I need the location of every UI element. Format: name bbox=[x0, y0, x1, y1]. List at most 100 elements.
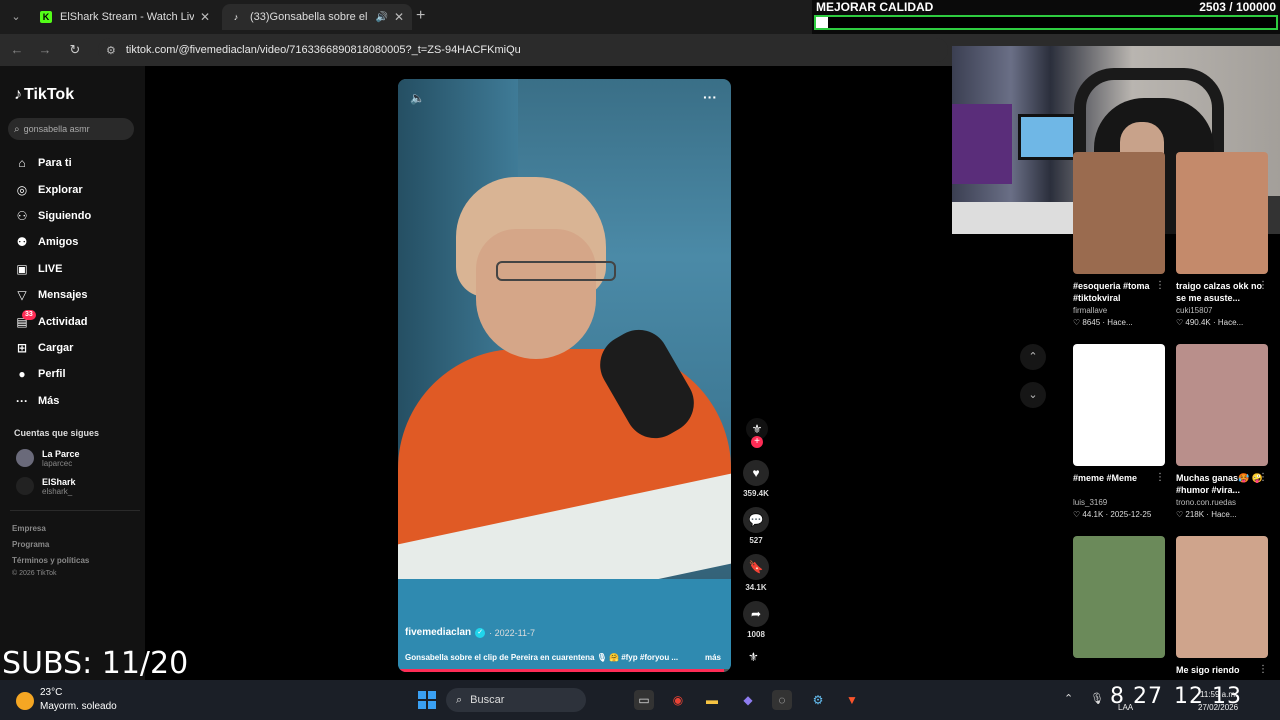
tab-tiktok-video[interactable]: ♪ (33)Gonsabella sobre el clip 🔊 ✕ bbox=[222, 4, 412, 30]
following-item[interactable]: La Parce laparcec bbox=[16, 446, 136, 470]
video-thumbnail[interactable] bbox=[1176, 344, 1268, 466]
video-thumbnail[interactable] bbox=[1073, 536, 1165, 658]
video-player[interactable]: 🔈 ··· fivemediaclan ✓ · 2022-11-7 Gonsab… bbox=[398, 79, 731, 672]
sun-icon[interactable] bbox=[16, 692, 34, 710]
card-author[interactable]: trono.con.ruedas bbox=[1176, 498, 1268, 507]
system-time[interactable]: 11:59 a.m. bbox=[1200, 690, 1237, 699]
back-arrow-icon[interactable]: ← bbox=[8, 41, 26, 59]
recommended-video-card[interactable]: Me sigo riendo ⋮ bbox=[1176, 536, 1268, 688]
reload-icon[interactable]: ↻ bbox=[66, 41, 84, 59]
close-tab-icon[interactable]: ✕ bbox=[394, 10, 404, 24]
menu-item-label: Mensajes bbox=[38, 289, 88, 302]
file-explorer-icon[interactable]: ▬ bbox=[702, 690, 722, 710]
system-date[interactable]: 27/02/2026 bbox=[1198, 703, 1238, 712]
menu-item-live[interactable]: ▣ LIVE bbox=[14, 256, 140, 282]
card-title: #esoqueria #toma #tiktokviral bbox=[1073, 281, 1150, 303]
obs-icon[interactable]: ◌ bbox=[772, 690, 792, 710]
app-diamond-icon[interactable]: ◆ bbox=[738, 690, 758, 710]
menu-item-actividad[interactable]: ▤ 33 Actividad bbox=[14, 308, 140, 334]
tab-elshark-stream[interactable]: K ElShark Stream - Watch Live on ✕ bbox=[32, 4, 218, 30]
next-video-button[interactable]: ⌄ bbox=[1020, 382, 1046, 408]
video-thumbnail[interactable] bbox=[1073, 344, 1165, 466]
tab-search-icon[interactable]: ⌄ bbox=[6, 7, 26, 27]
card-more-icon[interactable]: ⋮ bbox=[1258, 664, 1268, 675]
taskbar-search[interactable]: ⌕ Buscar bbox=[446, 688, 586, 712]
windows-taskbar: 23°C Mayorm. soleado ⌕ Buscar ▭ ◉ ▬ ◆ ◌ … bbox=[0, 680, 1280, 720]
card-author[interactable]: cuki15807 bbox=[1176, 306, 1268, 315]
menu-item-perfil[interactable]: ● Perfil bbox=[14, 361, 140, 387]
card-author[interactable]: firmallave bbox=[1073, 306, 1165, 315]
video-thumbnail[interactable] bbox=[1073, 152, 1165, 274]
previous-video-button[interactable]: ⌃ bbox=[1020, 344, 1046, 370]
menu-item-explorar[interactable]: ◎ Explorar bbox=[14, 176, 140, 202]
url-input[interactable]: ⚙ tiktok.com/@fivemediaclan/video/716336… bbox=[98, 38, 948, 62]
following-icon: ⚇ bbox=[16, 208, 28, 223]
tiktok-logo[interactable]: ♪ TikTok bbox=[14, 86, 74, 104]
card-title: #meme #Meme bbox=[1073, 473, 1138, 483]
following-item[interactable]: ElShark elshark_ bbox=[16, 474, 136, 498]
tray-overflow-icon[interactable]: ⌃ bbox=[1064, 692, 1073, 705]
menu-item-label: Cargar bbox=[38, 341, 74, 354]
brave-icon[interactable]: ▼ bbox=[842, 690, 862, 710]
steam-icon[interactable]: ⚙ bbox=[808, 690, 828, 710]
microphone-icon[interactable]: 🎙 bbox=[1090, 692, 1104, 705]
footer-link-empresa[interactable]: Empresa bbox=[12, 524, 46, 533]
like-button[interactable]: ♥ 359.4K bbox=[740, 460, 772, 498]
more-caption-link[interactable]: más bbox=[705, 653, 721, 662]
menu-item-cargar[interactable]: ⊞ Cargar bbox=[14, 335, 140, 361]
save-button[interactable]: 🔖 34.1K bbox=[740, 554, 772, 592]
recommended-video-card[interactable]: traigo calzas okk no se me asuste... ⋮ cuk… bbox=[1176, 152, 1268, 327]
footer-link-terminos[interactable]: Términos y políticas bbox=[12, 556, 89, 565]
card-more-icon[interactable]: ⋮ bbox=[1258, 280, 1268, 291]
share-button[interactable]: ➦ 1008 bbox=[740, 601, 772, 639]
site-info-icon[interactable]: ⚙ bbox=[106, 44, 116, 57]
video-thumbnail[interactable] bbox=[1176, 152, 1268, 274]
more-options-icon[interactable]: ··· bbox=[703, 89, 717, 105]
sound-disc-icon[interactable]: ⚜ bbox=[748, 650, 759, 664]
card-stats: ♡ 490.4K · Hace... bbox=[1176, 318, 1244, 327]
new-tab-button[interactable]: + bbox=[416, 7, 425, 25]
bookmark-icon: 🔖 bbox=[743, 554, 769, 580]
menu-item-label: Amigos bbox=[38, 236, 79, 249]
menu-item-siguiendo[interactable]: ⚇ Siguiendo bbox=[14, 203, 140, 229]
menu-item-label: Actividad bbox=[38, 315, 88, 328]
close-tab-icon[interactable]: ✕ bbox=[200, 10, 210, 24]
follow-plus-icon[interactable]: + bbox=[751, 436, 763, 448]
forward-arrow-icon[interactable]: → bbox=[36, 41, 54, 59]
following-header: Cuentas que sigues bbox=[14, 428, 100, 438]
recommended-video-card[interactable]: #meme #Meme ⋮ luis_3169 ♡ 44.1K · 2025-12-2… bbox=[1073, 344, 1165, 519]
following-name: La Parce bbox=[42, 448, 80, 459]
card-author[interactable]: luis_3169 bbox=[1073, 498, 1165, 507]
search-input[interactable]: ⌕ gonsabella asmr bbox=[8, 118, 134, 140]
menu-item-amigos[interactable]: ⚉ Amigos bbox=[14, 229, 140, 255]
menu-item-más[interactable]: ··· Más bbox=[14, 388, 140, 414]
weather-temp[interactable]: 23°C bbox=[40, 687, 62, 698]
kick-favicon-icon: K bbox=[40, 11, 52, 23]
weather-desc[interactable]: Mayorm. soleado bbox=[40, 701, 117, 712]
video-caption: Gonsabella sobre el clip de Pereira en c… bbox=[405, 653, 679, 662]
volume-icon[interactable]: 🔈 bbox=[410, 91, 425, 105]
logo-text: TikTok bbox=[24, 86, 75, 103]
video-thumbnail[interactable] bbox=[1176, 536, 1268, 658]
task-view-icon[interactable]: ▭ bbox=[634, 690, 654, 710]
menu-item-label: Para ti bbox=[38, 157, 72, 170]
menu-item-mensajes[interactable]: ▽ Mensajes bbox=[14, 282, 140, 308]
menu-item-para-ti[interactable]: ⌂ Para ti bbox=[14, 150, 140, 176]
speaker-icon[interactable]: 🔊 bbox=[375, 12, 387, 23]
following-handle: laparcec bbox=[42, 458, 73, 468]
card-more-icon[interactable]: ⋮ bbox=[1155, 472, 1165, 483]
recommended-video-card[interactable]: #esoqueria #toma #tiktokviral ⋮ firmallave… bbox=[1073, 152, 1165, 327]
card-more-icon[interactable]: ⋮ bbox=[1155, 280, 1165, 291]
recommended-video-card[interactable]: Muchas ganas🥵 🤪 #humor #vira... ⋮ trono.co… bbox=[1176, 344, 1268, 519]
video-author[interactable]: fivemediaclan bbox=[405, 627, 471, 638]
video-progress-bar[interactable] bbox=[398, 669, 731, 672]
recommended-video-card[interactable] bbox=[1073, 536, 1165, 658]
footer-link-programa[interactable]: Programa bbox=[12, 540, 49, 549]
windows-start-icon[interactable] bbox=[418, 691, 436, 709]
card-more-icon[interactable]: ⋮ bbox=[1258, 472, 1268, 483]
chrome-icon[interactable]: ◉ bbox=[668, 690, 688, 710]
video-meta: fivemediaclan ✓ · 2022-11-7 bbox=[405, 627, 535, 638]
comment-button[interactable]: 💬 527 bbox=[740, 507, 772, 545]
friends-icon: ⚉ bbox=[16, 235, 28, 250]
language-indicator[interactable]: LAA bbox=[1118, 703, 1133, 712]
